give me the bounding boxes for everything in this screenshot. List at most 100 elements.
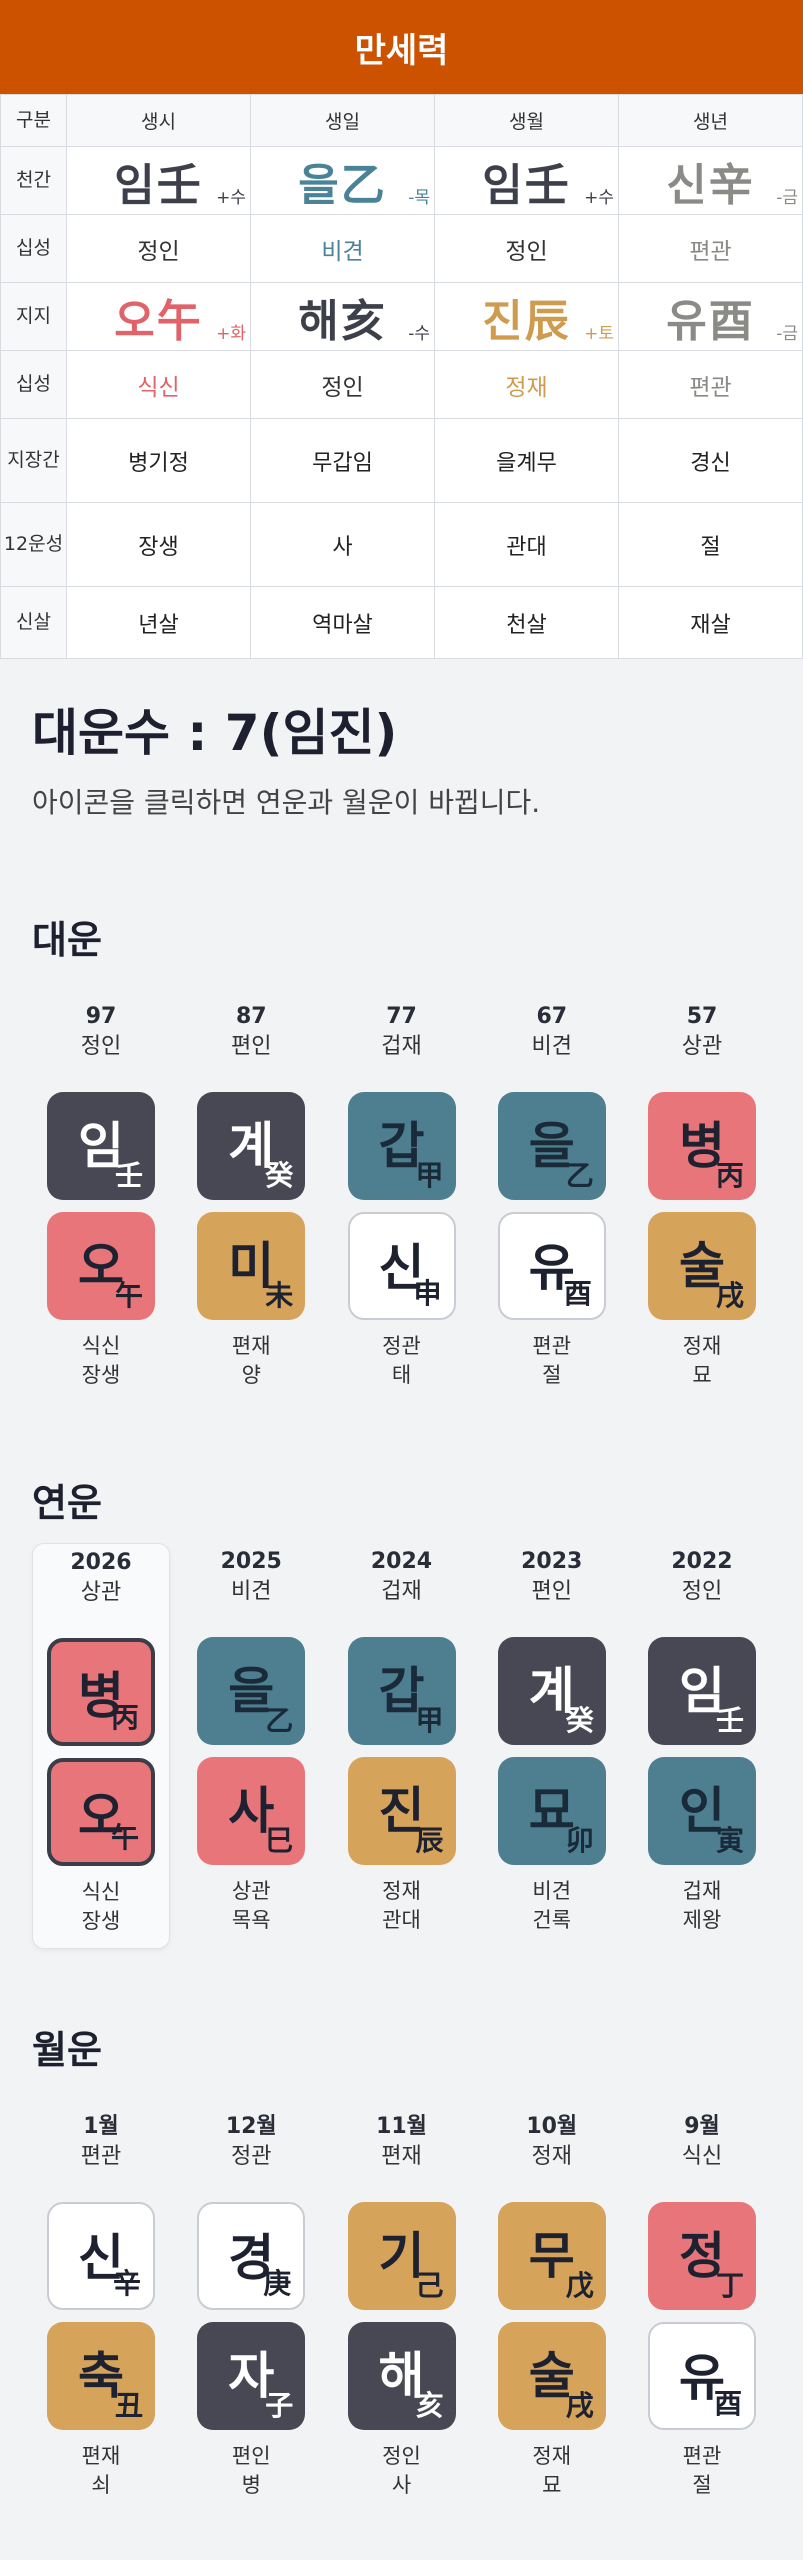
branch-hanja: 辰 [415,1824,444,1857]
sipseong-text: 정인 [321,374,364,401]
daewoon-stem-tile[interactable]: 을乙 [497,1092,606,1200]
wolwoon-age-or-date: 1월 [83,2114,119,2139]
wolwoon-stem-tile[interactable]: 신辛 [47,2202,155,2310]
sipseong-text: 편관 [689,238,732,265]
stem-hanja: 丙 [110,1701,139,1734]
wolwoon-stem-tile[interactable]: 경庚 [197,2202,306,2310]
wolwoon-stem-tile[interactable]: 무戊 [497,2202,606,2310]
yeonwoon-stem-tile[interactable]: 을乙 [197,1637,306,1745]
cheongan-char: 을乙 [298,159,387,211]
wolwoon-stem-tile[interactable]: 기己 [347,2202,456,2310]
sipseong-text: 편관 [689,374,732,401]
yeonwoon-column[interactable]: 2025 비견 을 乙 사 巳 상관 목욕 [182,1543,320,1949]
yeonwoon-stem-tile[interactable]: 임壬 [648,1637,756,1745]
jiji-cell: 오午 +화 [66,282,251,351]
jiji-char: 해亥 [298,295,387,347]
yeonwoon-branch-tile[interactable]: 진辰 [347,1757,456,1865]
daewoon-column[interactable]: 87 편인 계 癸 미 未 편재 양 [182,998,320,1402]
daewoon-branch-tile[interactable]: 신申 [347,1212,456,1320]
branch-hanja: 申 [413,1277,442,1310]
jiji-cell: 해亥 -수 [250,282,435,351]
wolwoon-tiles: 정丁 유酉 [633,2202,771,2430]
yeonwoon-branch-tile[interactable]: 사巳 [197,1757,306,1865]
daewoon-section: 대운 97 정인 임 壬 오 午 식신 장생 87 편인 계 癸 미 未 편재 양 77 겁재 갑 甲 신 申 정관 태 67 비… [0,909,803,1402]
daewoon-branch-sipseong: 식신 [81,1334,121,1358]
wolwoon-column[interactable]: 1월 편관 신 辛 축 丑 편재 쇠 [32,2108,170,2512]
wolwoon-stem-tile[interactable]: 정丁 [648,2202,756,2310]
daewoon-stem-tile[interactable]: 갑甲 [347,1092,456,1200]
yeonwoon-unseong: 장생 [81,1909,121,1933]
jiji-row: 지지 오午 +화 해亥 -수 진辰 +토 유酉 -금 [0,282,803,351]
element-sign: -금 [776,324,798,344]
yeonwoon-age-or-date: 2024 [370,1549,433,1574]
row-label-sinsal: 신살 [0,586,67,659]
daewoon-column[interactable]: 77 겁재 갑 甲 신 申 정관 태 [333,998,471,1402]
wolwoon-unseong: 사 [391,2473,412,2497]
branch-hanja: 卯 [565,1824,594,1857]
wolwoon-branch-tile[interactable]: 유酉 [648,2322,756,2430]
daewoon-stem-sipseong: 상관 [681,1034,723,1059]
yeonwoon-column[interactable]: 2026 상관 병 丙 오 午 식신 장생 [32,1543,170,1949]
yeonwoon-age-or-date: 2025 [220,1549,282,1574]
yeonwoon-branch-tile[interactable]: 인寅 [648,1757,756,1865]
yeonwoon-age-or-date: 2023 [521,1549,583,1574]
wolwoon-grid: 1월 편관 신 辛 축 丑 편재 쇠 12월 정관 경 庚 자 子 편인 병 11월 편재 기 己 해 亥 정인 사 10월 정재… [32,2108,771,2512]
wolwoon-age-or-date: 12월 [225,2114,277,2139]
daewoon-age-or-date: 87 [235,1004,267,1029]
daewoon-stem-tile[interactable]: 임壬 [47,1092,155,1200]
stem-hanja: 乙 [565,1159,594,1192]
branch-hanja: 丑 [114,2389,143,2422]
wolwoon-column[interactable]: 10월 정재 무 戊 술 戌 정재 묘 [483,2108,621,2512]
row-label-jijanggan: 지장간 [0,418,67,503]
wolwoon-column[interactable]: 11월 편재 기 己 해 亥 정인 사 [333,2108,471,2512]
yeonwoon-branch-tile[interactable]: 오午 [47,1758,155,1866]
yeonwoon-column[interactable]: 2022 정인 임 壬 인 寅 겁재 제왕 [633,1543,771,1949]
daewoon-branch-tile[interactable]: 유酉 [497,1212,606,1320]
yeonwoon-stem-tile[interactable]: 계癸 [497,1637,606,1745]
daewoon-tiles: 병丙 술戌 [633,1092,771,1320]
yeonwoon-stem-sipseong: 편인 [531,1579,572,1604]
wolwoon-branch-tile[interactable]: 술戌 [497,2322,606,2430]
daewoon-column[interactable]: 67 비견 을 乙 유 酉 편관 절 [483,998,621,1402]
wolwoon-title: 월운 [32,2028,102,2072]
daewoon-stem-tile[interactable]: 계癸 [197,1092,306,1200]
wolwoon-branch-tile[interactable]: 축丑 [47,2322,155,2430]
yeonwoon-unseong: 관대 [382,1908,421,1932]
wolwoon-tiles: 신辛 축丑 [32,2202,170,2430]
daewoon-column[interactable]: 57 상관 병 丙 술 戌 정재 묘 [633,998,771,1402]
yeonwoon-branch-sipseong: 식신 [81,1880,121,1904]
branch-hanja: 子 [265,2389,294,2422]
yeonwoon-stem-tile[interactable]: 병丙 [47,1638,155,1746]
daewoonsu-section: 대운수 : 7(임진) 아이콘을 클릭하면 연운과 월운이 바뀝니다. [0,693,803,821]
element-sign: +화 [216,324,246,344]
yeonwoon-column[interactable]: 2024 겁재 갑 甲 진 辰 정재 관대 [333,1543,471,1949]
yeonwoon-stem-sipseong: 비견 [231,1579,272,1604]
wolwoon-stem-sipseong: 식신 [681,2144,723,2169]
sipseong-text: 비견 [321,238,364,265]
wolwoon-stem-sipseong: 편재 [381,2144,422,2169]
sipseong-cell: 정재 [434,350,619,419]
yeonwoon-tiles: 갑甲 진辰 [333,1637,471,1865]
yeonwoon-stem-tile[interactable]: 갑甲 [347,1637,456,1745]
daewoon-branch-tile[interactable]: 오午 [47,1212,155,1320]
daewoon-age-or-date: 97 [85,1004,117,1029]
yeonwoon-branch-tile[interactable]: 묘卯 [497,1757,606,1865]
daewoon-stem-tile[interactable]: 병丙 [648,1092,756,1200]
daewoon-branch-tile[interactable]: 술戌 [648,1212,756,1320]
wolwoon-branch-tile[interactable]: 자子 [197,2322,306,2430]
branch-hanja: 午 [114,1279,143,1312]
jijanggan-cell: 병기정 [66,418,251,503]
unseong-cell: 사 [250,502,435,587]
yeonwoon-column[interactable]: 2023 편인 계 癸 묘 卯 비견 건록 [483,1543,621,1949]
daewoon-branch-tile[interactable]: 미未 [197,1212,306,1320]
cheongan-cell: 임壬 +수 [434,146,619,215]
jijanggan-cell: 경신 [618,418,803,503]
stem-hanja: 丙 [715,1159,744,1192]
wolwoon-branch-tile[interactable]: 해亥 [347,2322,456,2430]
daewoon-age-or-date: 77 [386,1004,417,1029]
wolwoon-column[interactable]: 9월 식신 정 丁 유 酉 편관 절 [633,2108,771,2512]
yeonwoon-tiles: 임壬 인寅 [633,1637,771,1865]
daewoon-column[interactable]: 97 정인 임 壬 오 午 식신 장생 [32,998,170,1402]
wolwoon-column[interactable]: 12월 정관 경 庚 자 子 편인 병 [182,2108,320,2512]
wolwoon-stem-sipseong: 정재 [531,2144,572,2169]
